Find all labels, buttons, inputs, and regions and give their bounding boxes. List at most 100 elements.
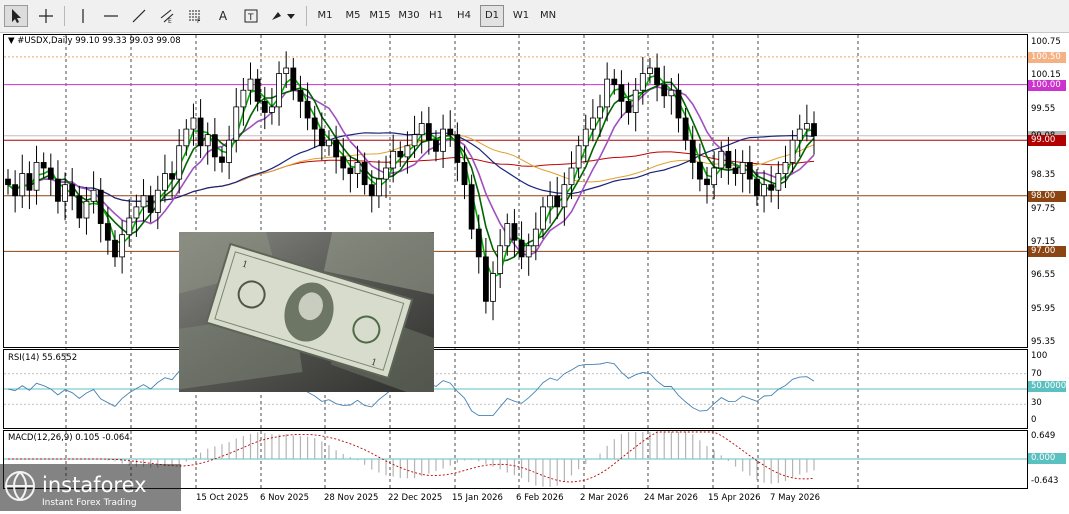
- date-label: 15 Oct 2025: [196, 493, 249, 503]
- candle-body: [725, 150, 732, 169]
- candle-body: [368, 184, 375, 197]
- candle-body: [190, 117, 197, 130]
- candle-body: [119, 234, 126, 258]
- candle-body: [240, 89, 247, 108]
- candle-body: [718, 150, 725, 169]
- candle-body: [525, 245, 532, 258]
- candle-body: [782, 162, 789, 174]
- candle-body: [632, 89, 639, 113]
- candle-body: [12, 184, 19, 197]
- date-label: 15 Jan 2026: [452, 493, 503, 503]
- timeframe-d1[interactable]: D1: [480, 5, 504, 27]
- equidistant-channel-icon[interactable]: E: [156, 5, 178, 27]
- candle-body: [604, 78, 611, 108]
- candle-body: [333, 139, 340, 158]
- candle-body: [311, 117, 318, 130]
- timeframe-m5[interactable]: M5: [341, 5, 365, 27]
- candle-body: [418, 123, 425, 136]
- timeframe-h4[interactable]: H4: [453, 5, 475, 27]
- candle-body: [511, 223, 518, 241]
- candle-body: [796, 128, 803, 141]
- candle-body: [126, 217, 133, 236]
- candle-body: [269, 106, 275, 113]
- candle-body: [582, 128, 589, 147]
- rsi-level-tag: 50.0000: [1028, 381, 1066, 392]
- candle-body: [47, 167, 54, 180]
- candle-body: [219, 156, 225, 163]
- price-level-tag: 100.50: [1028, 51, 1066, 63]
- timeframe-m30[interactable]: M30: [396, 5, 422, 27]
- candle-body: [383, 167, 389, 180]
- dollar-bills-photo: 1 1: [179, 232, 434, 392]
- vertical-line-icon[interactable]: [72, 5, 94, 27]
- candle-body: [789, 139, 796, 163]
- candle-body: [696, 162, 703, 180]
- rsi-tick: 0: [1031, 415, 1037, 425]
- candle-body: [183, 128, 190, 147]
- candle-body: [62, 184, 68, 202]
- crosshair-icon[interactable]: [34, 5, 58, 27]
- candle-body: [668, 89, 675, 97]
- logo-tagline: Instant Forex Trading: [42, 498, 137, 508]
- candle-body: [169, 173, 175, 180]
- candle-body: [568, 167, 575, 186]
- candle-body: [304, 100, 311, 119]
- candle-body: [247, 78, 254, 91]
- candle-body: [532, 228, 539, 247]
- candle-body: [682, 117, 689, 141]
- date-label: 2 Mar 2026: [580, 493, 629, 503]
- timeframe-mn[interactable]: MN: [537, 5, 559, 27]
- candle-body: [83, 200, 90, 219]
- candle-body: [811, 123, 817, 137]
- text-label-icon[interactable]: T: [240, 5, 262, 27]
- candle-body: [90, 189, 97, 202]
- candle-body: [739, 162, 746, 174]
- candle-body: [19, 173, 26, 197]
- toolbar-separator: [64, 6, 65, 26]
- candle-body: [162, 173, 168, 191]
- timeframe-m15[interactable]: M15: [367, 5, 393, 27]
- price-tick: 97.75: [1031, 203, 1056, 214]
- candle-body: [411, 134, 418, 147]
- candle-body: [547, 195, 553, 208]
- timeframe-w1[interactable]: W1: [509, 5, 533, 27]
- candle-body: [76, 195, 83, 219]
- price-chart[interactable]: [0, 33, 1069, 511]
- timeframe-m1[interactable]: M1: [313, 5, 337, 27]
- candle-body: [283, 67, 290, 74]
- candle-body: [154, 189, 161, 213]
- candle-body: [711, 167, 718, 186]
- svg-text:T: T: [247, 13, 254, 23]
- price-tick: 99.55: [1031, 103, 1056, 114]
- candle-body: [689, 139, 696, 163]
- fibonacci-icon[interactable]: F: [184, 5, 206, 27]
- candle-body: [318, 128, 325, 147]
- svg-text:F: F: [197, 18, 201, 24]
- cursor-icon[interactable]: [4, 5, 28, 27]
- candle-body: [761, 184, 767, 197]
- date-label: 6 Nov 2025: [260, 493, 310, 503]
- candle-body: [490, 273, 496, 302]
- candle-body: [454, 134, 461, 163]
- price-level-tag: 99.00: [1028, 135, 1066, 147]
- candle-body: [233, 106, 240, 141]
- rsi-tick: 70: [1031, 369, 1042, 379]
- candle-body: [768, 184, 775, 191]
- trendline-icon[interactable]: [128, 5, 150, 27]
- horizontal-line-icon[interactable]: [100, 5, 122, 27]
- candle-body: [597, 106, 603, 119]
- candle-body: [55, 178, 61, 202]
- price-level-tag: 97.00: [1028, 246, 1066, 258]
- candle-body: [33, 162, 40, 191]
- candle-body: [226, 139, 233, 163]
- price-tick: 96.55: [1031, 270, 1056, 281]
- candle-body: [704, 178, 710, 186]
- logo-brand: instaforex: [42, 473, 147, 497]
- toolbar-separator: [306, 6, 307, 26]
- timeframe-h1[interactable]: H1: [425, 5, 447, 27]
- arrows-icon[interactable]: [268, 5, 298, 27]
- candle-body: [390, 150, 397, 169]
- candle-body: [803, 123, 810, 130]
- text-tool-button[interactable]: A: [212, 5, 234, 27]
- candle-body: [504, 223, 511, 247]
